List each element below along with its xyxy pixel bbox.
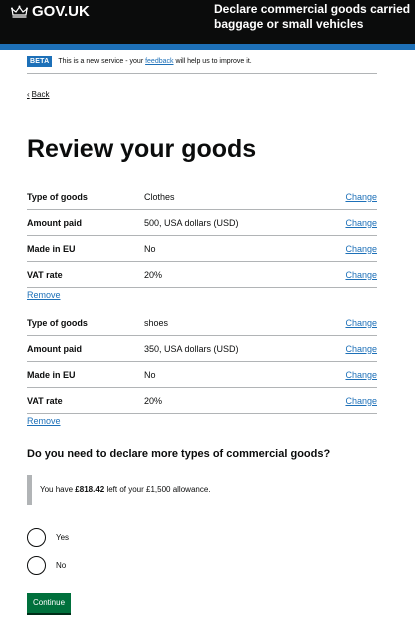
table-row: VAT rate 20% Change (27, 388, 377, 414)
remove-link[interactable]: Remove (27, 288, 377, 310)
row-value: 20% (144, 269, 163, 280)
row-key: Type of goods (27, 191, 88, 202)
main-content: BETA This is a new service - your feedba… (0, 56, 415, 613)
page-title: Review your goods (27, 135, 257, 163)
allowance-inset: You have £818.42 left of your £1,500 all… (27, 475, 377, 505)
change-link[interactable]: Change (337, 370, 377, 380)
header-blue-bar (0, 44, 415, 50)
radio-circle[interactable] (27, 555, 46, 575)
change-link[interactable]: Change (337, 396, 377, 406)
row-value: 350, USA dollars (USD) (144, 343, 239, 354)
allowance-amount: £818.42 (75, 485, 105, 494)
feedback-link[interactable]: feedback (145, 58, 173, 65)
chevron-left-icon: ‹ (27, 90, 30, 99)
radio-circle[interactable] (27, 527, 46, 547)
change-link[interactable]: Change (337, 244, 377, 254)
phase-text-before: This is a new service - your (58, 57, 146, 65)
remove-link[interactable]: Remove (27, 414, 377, 436)
radio-no[interactable]: No (27, 551, 377, 579)
service-name[interactable]: Declare commercial goods carried baggage… (214, 2, 415, 32)
row-value: 500, USA dollars (USD) (144, 217, 239, 228)
allowance-suffix: left of your £1,500 allowance. (104, 485, 211, 494)
service-name-line-1: Declare commercial goods carried (214, 2, 411, 16)
phase-text: This is a new service - your feedback wi… (58, 57, 251, 67)
row-value: 20% (144, 395, 163, 406)
row-key: VAT rate (27, 395, 63, 406)
change-link[interactable]: Change (337, 270, 377, 280)
table-row: Amount paid 500, USA dollars (USD) Chang… (27, 210, 377, 236)
row-key: Made in EU (27, 369, 76, 380)
radio-yes[interactable]: Yes (27, 523, 377, 551)
more-goods-question: Do you need to declare more types of com… (27, 448, 331, 460)
continue-button[interactable]: Continue (27, 593, 72, 613)
back-link-label: Back (31, 90, 50, 99)
service-name-line-2: baggage or small vehicles (214, 17, 364, 31)
row-key: Type of goods (27, 317, 88, 328)
change-link[interactable]: Change (337, 344, 377, 354)
table-row: VAT rate 20% Change (27, 262, 377, 288)
row-key: Made in EU (27, 243, 76, 254)
row-value: No (144, 243, 156, 254)
govuk-header: GOV.UK Declare commercial goods carried … (0, 0, 415, 44)
table-row: Type of goods shoes Change (27, 310, 377, 336)
beta-tag: BETA (27, 56, 53, 67)
table-row: Type of goods Clothes Change (27, 184, 377, 210)
table-row: Made in EU No Change (27, 236, 377, 262)
row-value: No (144, 369, 156, 380)
radio-no-label[interactable]: No (56, 561, 66, 570)
back-link[interactable]: ‹ Back (27, 90, 49, 99)
change-link[interactable]: Change (337, 192, 377, 202)
goods-summary: Type of goods Clothes Change Amount paid… (27, 184, 377, 436)
table-row: Amount paid 350, USA dollars (USD) Chang… (27, 336, 377, 362)
change-link[interactable]: Change (337, 318, 377, 328)
radio-group: Yes No (27, 523, 377, 579)
radio-yes-label[interactable]: Yes (56, 533, 69, 542)
table-row: Made in EU No Change (27, 362, 377, 388)
row-value: shoes (144, 317, 169, 328)
crown-icon (11, 5, 28, 18)
row-key: Amount paid (27, 217, 82, 228)
govuk-logo[interactable]: GOV.UK (11, 3, 90, 21)
allowance-prefix: You have (40, 485, 76, 494)
row-value: Clothes (144, 191, 175, 202)
row-key: VAT rate (27, 269, 63, 280)
phase-banner: BETA This is a new service - your feedba… (27, 56, 377, 74)
row-key: Amount paid (27, 343, 82, 354)
phase-text-after: will help us to improve it. (173, 57, 252, 65)
logo-text: GOV.UK (32, 3, 90, 20)
change-link[interactable]: Change (337, 218, 377, 228)
